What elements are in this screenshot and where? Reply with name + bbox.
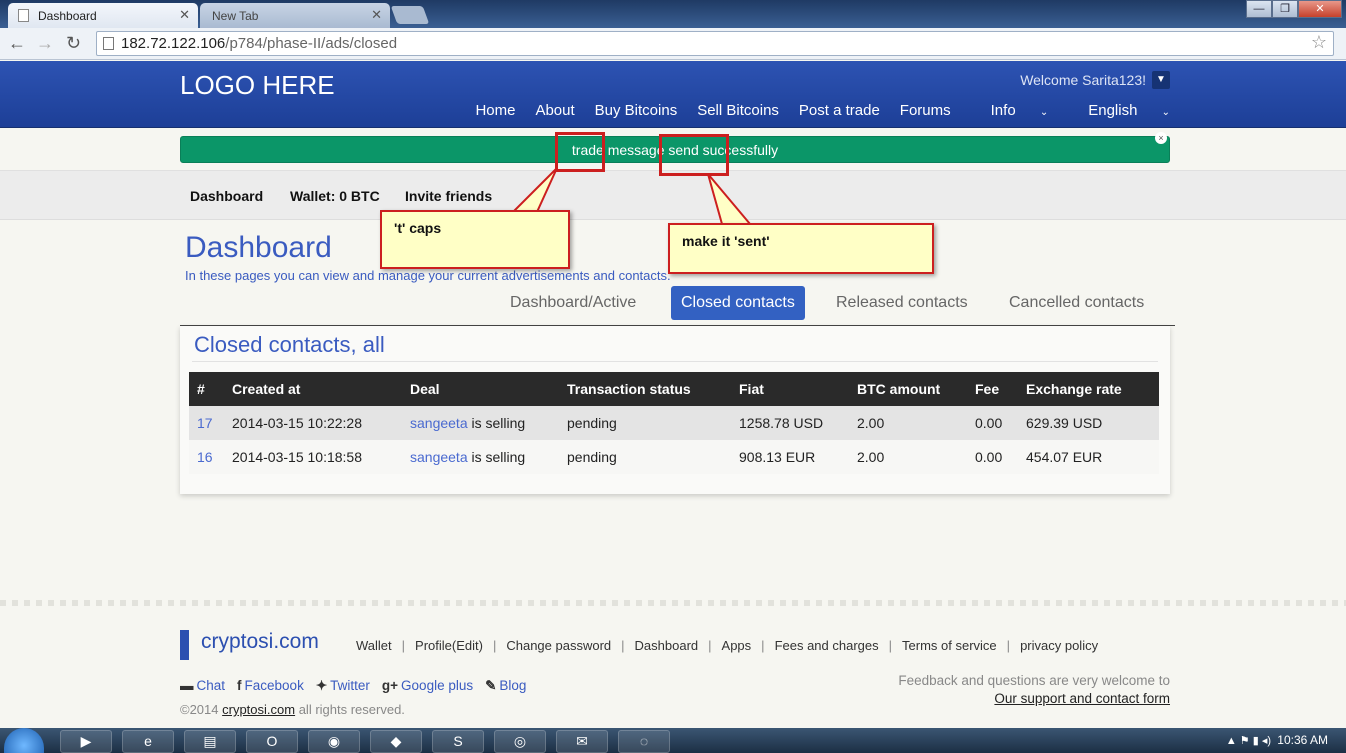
footer-link-profile[interactable]: Profile(Edit): [415, 638, 483, 653]
firefox-icon[interactable]: ◉: [308, 730, 360, 753]
google-plus-icon: g+: [381, 678, 399, 693]
app-icon[interactable]: ◌: [618, 730, 670, 753]
copyright-link[interactable]: cryptosi.com: [222, 702, 295, 717]
footer-link-change-password[interactable]: Change password: [506, 638, 611, 653]
social-link-chat[interactable]: ▬ Chat: [180, 678, 225, 694]
separator: |: [492, 638, 497, 653]
footer-link-terms[interactable]: Terms of service: [902, 638, 997, 653]
footer-link-dashboard[interactable]: Dashboard: [635, 638, 699, 653]
footer-link-apps[interactable]: Apps: [722, 638, 752, 653]
separator: |: [1006, 638, 1011, 653]
separator: |: [621, 638, 625, 653]
copyright-prefix: ©2014: [180, 702, 223, 717]
annotation-callout-make-sent: make it 'sent': [668, 223, 934, 274]
footer-links: Wallet | Profile(Edit) | Change password | …: [356, 638, 1098, 653]
app-icon[interactable]: ◆: [370, 730, 422, 753]
internet-explorer-icon[interactable]: e: [122, 730, 174, 753]
separator: |: [708, 638, 712, 653]
media-player-icon[interactable]: ▶: [60, 730, 112, 753]
footer-brand[interactable]: cryptosi.com: [180, 630, 319, 660]
taskbar-clock[interactable]: 10:36 AM: [1277, 733, 1328, 747]
social-label: Blog: [499, 678, 527, 693]
footer-link-wallet[interactable]: Wallet: [356, 638, 392, 653]
social-label: Facebook: [244, 678, 304, 693]
chat-icon: ▬: [180, 678, 194, 693]
annotation-callout-t-caps: 't' caps: [380, 210, 570, 269]
feedback-note: Feedback and questions are very welcome …: [898, 672, 1170, 708]
copyright: ©2014 cryptosi.com all rights reserved.: [180, 702, 405, 717]
social-link-facebook[interactable]: f Facebook: [237, 678, 304, 694]
start-button[interactable]: [4, 728, 44, 753]
twitter-icon: ✦: [315, 678, 328, 693]
separator: |: [401, 638, 406, 653]
thunderbird-icon[interactable]: ✉: [556, 730, 608, 753]
social-label: Google plus: [401, 678, 474, 693]
social-links: ▬ Chat f Facebook ✦ Twitter g+ Google plus ✎…: [180, 678, 526, 694]
facebook-icon: f: [237, 678, 242, 693]
windows-taskbar: ▶ e ▤ O ◉ ◆ S ◎ ✉ ◌ ▲ ⚑ ▮ ◂) 10:36 AM: [0, 728, 1346, 753]
support-contact-link[interactable]: Our support and contact form: [898, 690, 1170, 708]
chrome-icon[interactable]: ◎: [494, 730, 546, 753]
annotation-pointer: [510, 167, 558, 213]
copyright-suffix: all rights reserved.: [295, 702, 405, 717]
footer-link-fees[interactable]: Fees and charges: [775, 638, 879, 653]
skype-icon[interactable]: S: [432, 730, 484, 753]
feedback-text: Feedback and questions are very welcome …: [898, 673, 1170, 688]
social-link-google-plus[interactable]: g+ Google plus: [382, 678, 473, 694]
system-tray-icons[interactable]: ▲ ⚑ ▮ ◂): [1226, 734, 1271, 747]
separator: |: [761, 638, 765, 653]
social-link-twitter[interactable]: ✦ Twitter: [316, 678, 370, 694]
folder-icon[interactable]: ▤: [184, 730, 236, 753]
social-label: Chat: [196, 678, 226, 693]
separator: |: [888, 638, 893, 653]
footer-divider: [0, 600, 1346, 606]
blog-icon: ✎: [485, 678, 497, 693]
annotation-pointer: [707, 173, 753, 225]
social-label: Twitter: [330, 678, 370, 693]
social-link-blog[interactable]: ✎ Blog: [485, 678, 526, 694]
footer-link-privacy[interactable]: privacy policy: [1020, 638, 1098, 653]
opera-icon[interactable]: O: [246, 730, 298, 753]
